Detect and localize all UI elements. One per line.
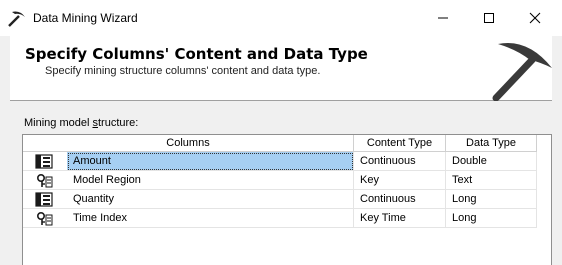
row-icon-cell: [23, 209, 67, 228]
close-icon: [529, 12, 541, 24]
data-type-cell[interactable]: Long: [446, 190, 537, 209]
pickaxe-logo-icon: [492, 43, 552, 102]
wizard-header: Specify Columns' Content and Data Type S…: [10, 36, 552, 102]
content-type-cell[interactable]: Key Time: [354, 209, 446, 228]
data-type-cell[interactable]: Text: [446, 171, 537, 190]
column-name-cell[interactable]: Quantity: [67, 190, 354, 209]
table-row[interactable]: Time Index Key Time Long: [23, 209, 537, 228]
column-header-content-type[interactable]: Content Type: [354, 135, 446, 152]
key-column-icon: [36, 173, 53, 188]
row-icon-cell: [23, 152, 67, 171]
window-title: Data Mining Wizard: [33, 11, 138, 25]
mining-structure-label: Mining model structure:: [24, 117, 139, 129]
columns-grid[interactable]: Columns Content Type Data Type Amount Co…: [22, 134, 552, 265]
title-bar: Data Mining Wizard: [0, 0, 562, 36]
grid-header: Columns Content Type Data Type: [23, 135, 551, 153]
maximize-button[interactable]: [466, 0, 512, 36]
minimize-button[interactable]: [420, 0, 466, 36]
pickaxe-icon: [8, 11, 25, 27]
page-subtitle: Specify mining structure columns' conten…: [45, 65, 321, 77]
content-type-cell[interactable]: Key: [354, 171, 446, 190]
wizard-body: Mining model structure: Columns Content …: [10, 101, 552, 265]
close-button[interactable]: [512, 0, 558, 36]
row-icon-cell: [23, 171, 67, 190]
table-row[interactable]: Quantity Continuous Long: [23, 190, 537, 209]
minimize-icon: [438, 17, 448, 19]
column-name-cell[interactable]: Time Index: [67, 209, 354, 228]
key-column-icon: [36, 211, 53, 226]
column-name-cell[interactable]: Model Region: [67, 171, 354, 190]
maximize-icon: [484, 13, 494, 23]
page-title: Specify Columns' Content and Data Type: [25, 45, 368, 63]
table-row[interactable]: Model Region Key Text: [23, 171, 537, 190]
table-row[interactable]: Amount Continuous Double: [23, 152, 537, 171]
column-table-icon: [35, 192, 53, 207]
row-icon-cell: [23, 190, 67, 209]
column-table-icon: [35, 154, 53, 169]
content-type-cell[interactable]: Continuous: [354, 190, 446, 209]
data-type-cell[interactable]: Double: [446, 152, 537, 171]
column-header-data-type[interactable]: Data Type: [446, 135, 537, 152]
content-type-cell[interactable]: Continuous: [354, 152, 446, 171]
column-name-cell[interactable]: Amount: [67, 152, 354, 171]
column-header-columns[interactable]: Columns: [23, 135, 354, 152]
data-type-cell[interactable]: Long: [446, 209, 537, 228]
